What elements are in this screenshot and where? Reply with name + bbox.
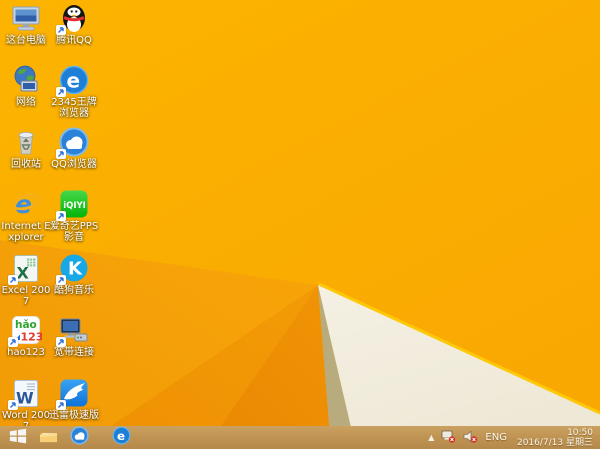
desktop-icon-hao123[interactable]: hǎo 123 hao123: [0, 314, 52, 376]
desktop-icon-broadband[interactable]: 宽带连接: [48, 314, 100, 376]
icon-label: 2345王牌浏览器: [51, 97, 97, 119]
recycle-bin-icon: [10, 126, 42, 158]
tray-expand-button[interactable]: ▲: [428, 433, 434, 442]
desktop-icon-this-pc[interactable]: 这台电脑: [0, 2, 52, 64]
broadband-icon: [56, 314, 90, 347]
shortcut-arrow-icon: [56, 149, 66, 159]
language-indicator[interactable]: ENG: [485, 432, 507, 443]
excel-icon: X: [8, 252, 42, 285]
svg-text:K: K: [68, 259, 83, 280]
svg-text:W: W: [16, 389, 34, 408]
svg-text:X: X: [17, 264, 30, 283]
clock-time: 10:50: [567, 427, 593, 438]
icon-label: Internet Explorer: [1, 221, 51, 243]
shortcut-arrow-icon: [56, 25, 66, 35]
qq-browser-icon: [56, 126, 90, 159]
desktop-icon-recycle-bin[interactable]: 回收站: [0, 126, 52, 188]
shortcut-arrow-icon: [56, 211, 66, 221]
icon-label: 迅雷极速版: [49, 410, 99, 421]
iqiyi-icon: iQIYI: [56, 188, 90, 221]
icon-label: hao123: [7, 347, 45, 358]
shortcut-arrow-icon: [56, 337, 66, 347]
shortcut-arrow-icon: [56, 87, 66, 97]
desktop-icon-network[interactable]: 网络: [0, 64, 52, 126]
folder-icon: [39, 427, 58, 448]
shortcut-arrow-icon: [8, 337, 18, 347]
desktop-icon-internet-explorer[interactable]: e Internet Explorer: [0, 188, 52, 250]
ie-icon: e: [10, 188, 42, 220]
desktop-icon-qq-browser[interactable]: QQ浏览器: [48, 126, 100, 188]
start-button[interactable]: [5, 426, 31, 449]
icon-label: QQ浏览器: [51, 159, 97, 170]
desktop-icon-iqiyi[interactable]: iQIYI 爱奇艺PPS影音: [48, 188, 100, 250]
browser-2345-button[interactable]: e: [108, 426, 134, 449]
kugou-icon: K: [56, 252, 90, 285]
svg-text:hǎo: hǎo: [15, 319, 37, 331]
shortcut-arrow-icon: [8, 275, 18, 285]
clock-date: 2016/7/13 星期三: [516, 437, 593, 448]
svg-text:e: e: [67, 69, 81, 93]
volume-muted-icon[interactable]: [463, 428, 478, 447]
icon-label: 网络: [16, 97, 36, 108]
computer-icon: [10, 2, 42, 34]
browser-2345-icon: e: [56, 64, 90, 97]
shortcut-arrow-icon: [8, 400, 18, 410]
svg-text:iQIYI: iQIYI: [63, 201, 86, 211]
icon-label: Excel 2007: [1, 285, 51, 307]
icon-label: 宽带连接: [54, 347, 94, 358]
file-explorer-button[interactable]: [35, 426, 61, 449]
hao123-icon: hǎo 123: [8, 314, 43, 347]
qq-icon: [56, 2, 90, 35]
thunder-icon: [56, 377, 90, 410]
icon-label: 腾讯QQ: [56, 35, 92, 46]
shortcut-arrow-icon: [56, 275, 66, 285]
windows-logo-icon: [9, 427, 27, 449]
shortcut-arrow-icon: [56, 400, 66, 410]
word-icon: W: [8, 377, 42, 410]
browser-e-icon: e: [112, 426, 131, 449]
desktop-icon-qq[interactable]: 腾讯QQ: [48, 2, 100, 64]
taskbar: e ▲ ENG 10:50 2016/7/13 星期三: [0, 426, 600, 449]
qq-browser-icon: [69, 426, 89, 449]
desktop-icon-kugou[interactable]: K 酷狗音乐: [48, 252, 100, 314]
network-icon: [10, 64, 42, 96]
svg-text:123: 123: [21, 331, 43, 344]
desktop-icon-2345-browser[interactable]: e 2345王牌浏览器: [48, 64, 100, 126]
svg-text:e: e: [117, 429, 125, 443]
network-status-icon[interactable]: [441, 428, 456, 447]
icon-label: 酷狗音乐: [54, 285, 94, 296]
desktop-icon-excel[interactable]: X Excel 2007: [0, 252, 52, 314]
icon-label: 这台电脑: [6, 35, 46, 46]
system-tray: ▲ ENG 10:50 2016/7/13 星期三: [428, 426, 596, 449]
icon-label: 回收站: [11, 159, 41, 170]
qq-browser-button[interactable]: [66, 426, 92, 449]
desktop: 这台电脑 网络 回收站 e Internet Explorer X Excel …: [0, 0, 600, 449]
clock[interactable]: 10:50 2016/7/13 星期三: [514, 428, 596, 448]
icon-label: 爱奇艺PPS影音: [49, 221, 99, 243]
